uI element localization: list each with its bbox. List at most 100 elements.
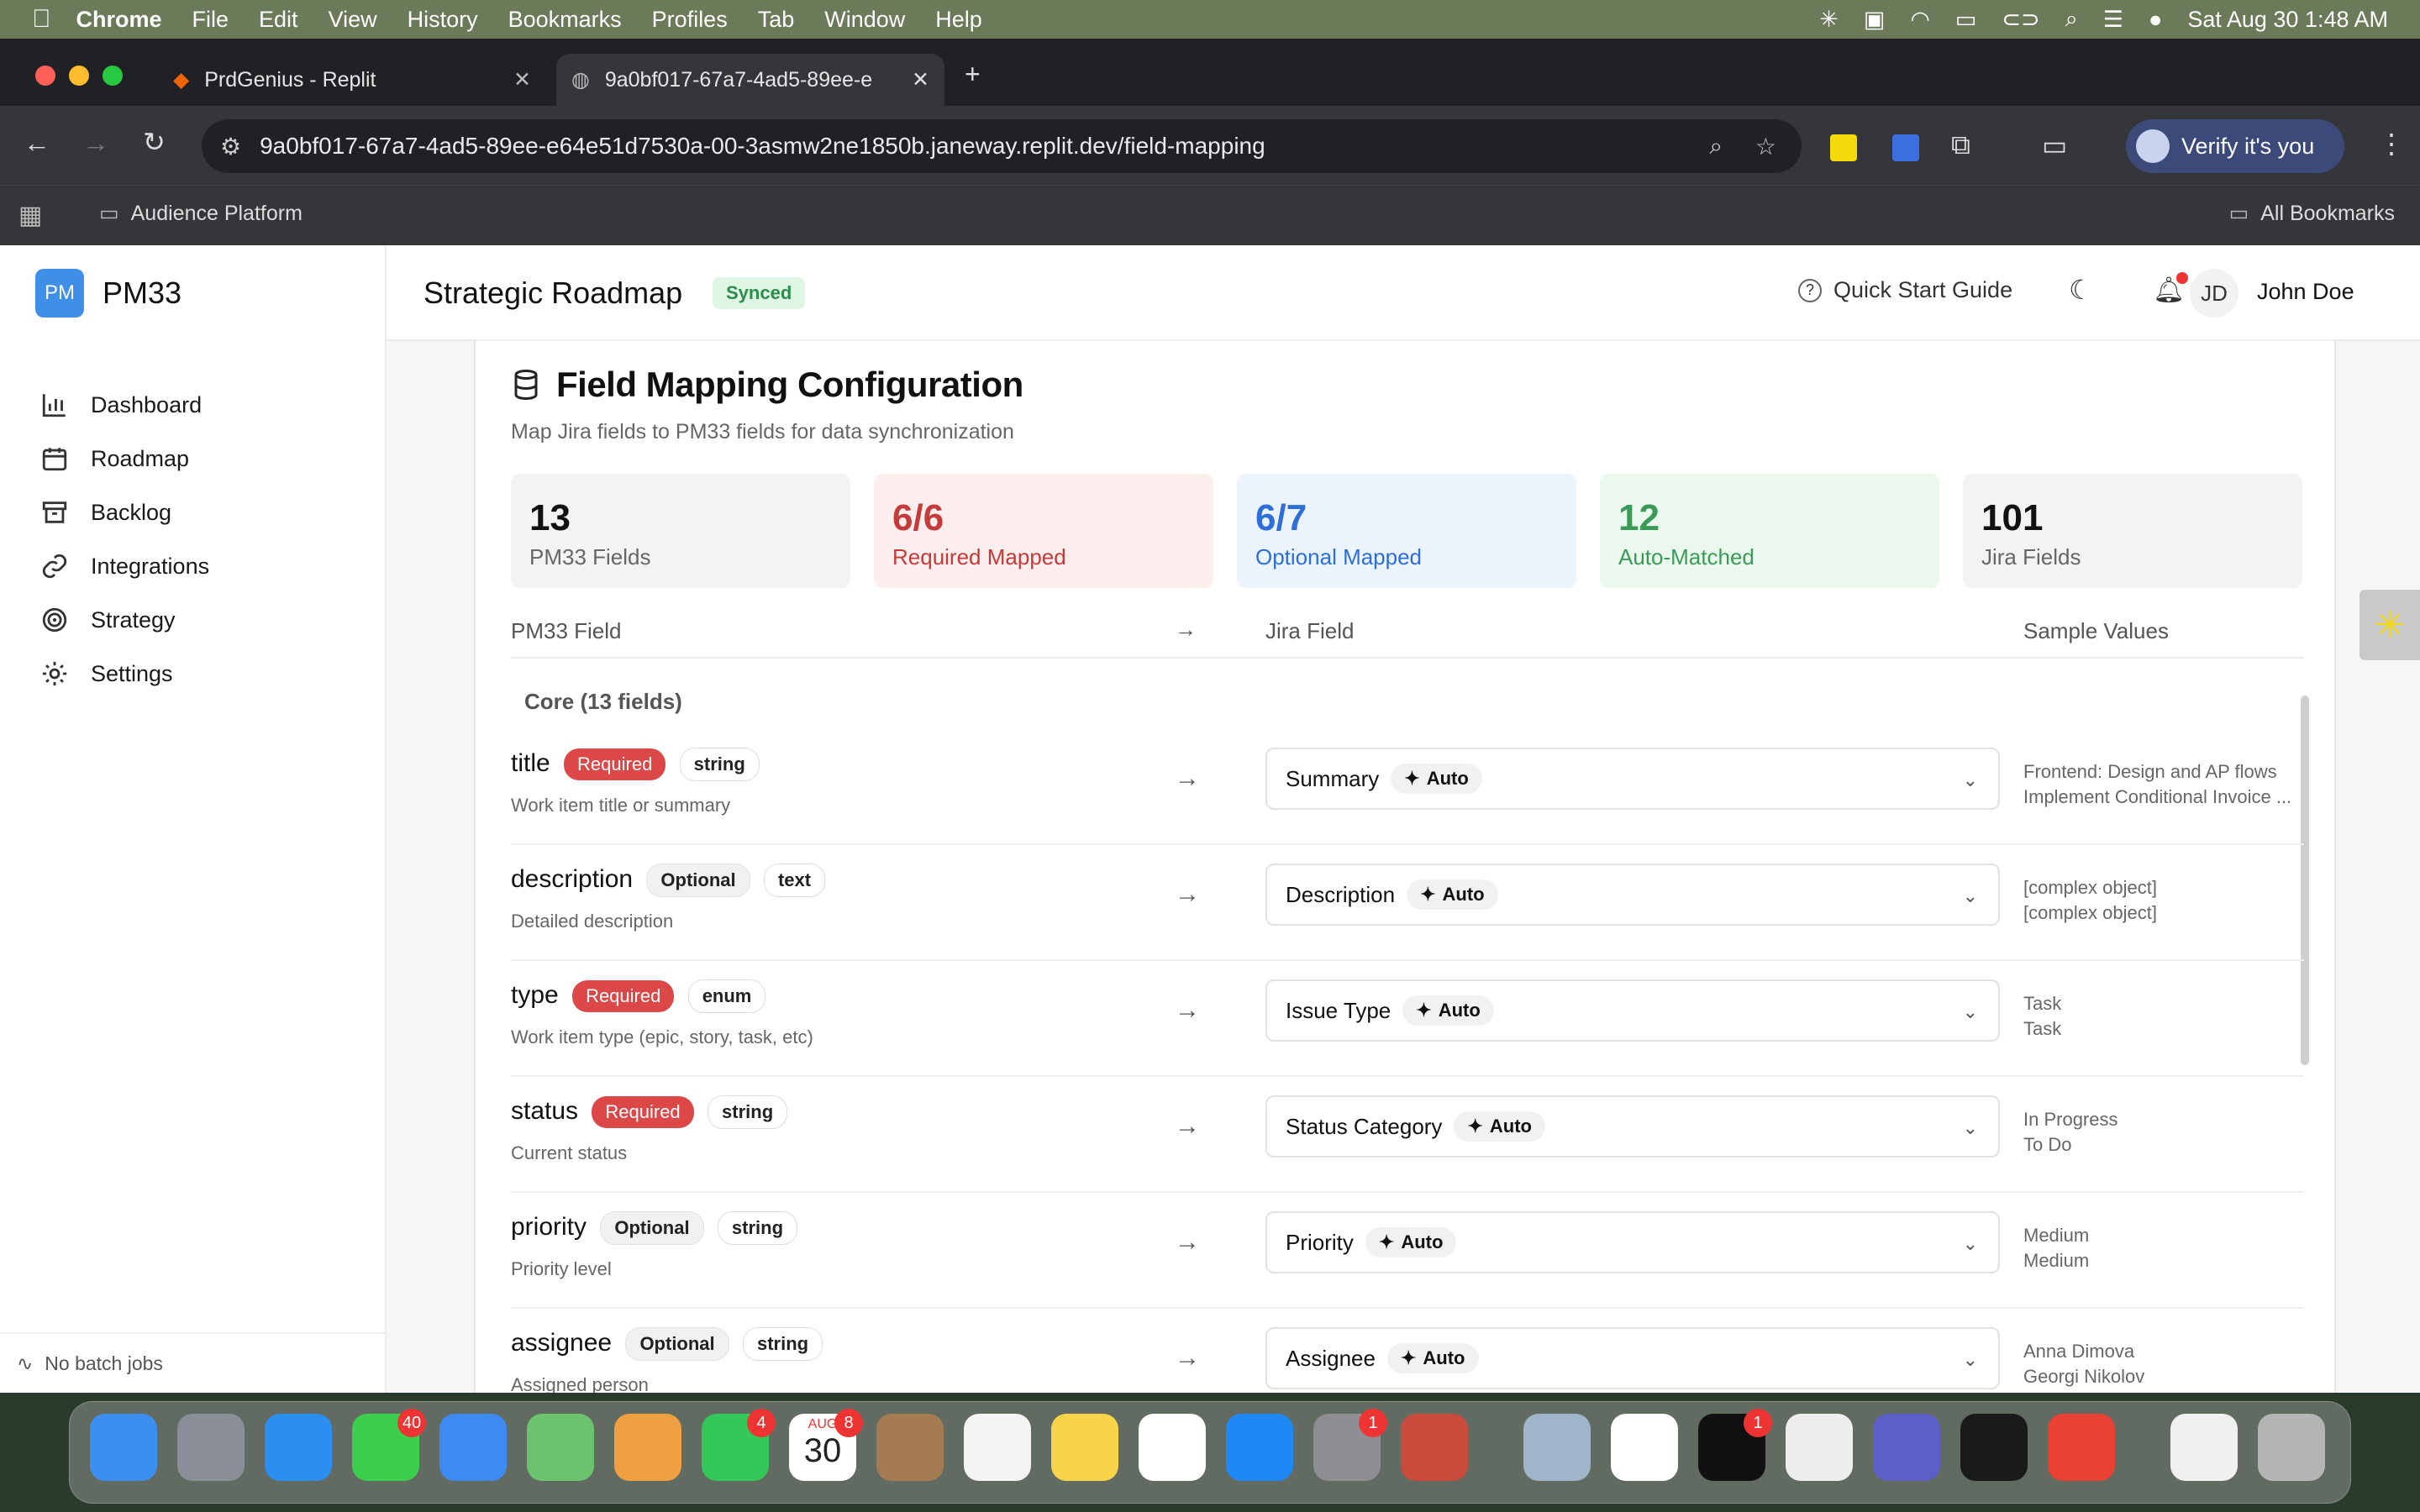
photos-icon[interactable] [614, 1414, 681, 1481]
verify-identity-button[interactable]: Verify it's you [2126, 119, 2344, 173]
browser-window-chrome: ◆ PrdGenius - Replit ✕ ◍ 9a0bf017-67a7-4… [0, 39, 2420, 245]
notes-icon[interactable] [1051, 1414, 1118, 1481]
extension-asterisk-icon[interactable] [1830, 134, 1857, 161]
table-row: assignee Optional string Assigned person… [511, 1309, 2304, 1393]
jira-field-select[interactable]: Assignee ✦ Auto ⌄ [1265, 1327, 2000, 1389]
iphone-mirroring-icon[interactable] [1401, 1414, 1468, 1481]
quick-start-guide-button[interactable]: ? Quick Start Guide [1798, 277, 2012, 303]
close-window-button[interactable] [35, 66, 55, 86]
field-description: Work item title or summary [511, 795, 731, 816]
mail-icon[interactable] [439, 1414, 507, 1481]
battery-icon[interactable]: ▭ [1955, 7, 1977, 33]
bookmark-folder-audience-platform[interactable]: ▭ Audience Platform [99, 201, 302, 226]
batch-jobs-status[interactable]: ∿ No batch jobs [0, 1332, 385, 1393]
menu-view[interactable]: View [329, 7, 377, 33]
launchpad-icon[interactable] [177, 1414, 245, 1481]
siri-icon[interactable]: ● [2149, 7, 2162, 33]
preview-icon[interactable] [1523, 1414, 1591, 1481]
floating-assistant-tab-icon[interactable]: ✳ [2360, 590, 2420, 660]
jira-field-select[interactable]: Status Category ✦ Auto ⌄ [1265, 1095, 2000, 1158]
perplexity-icon[interactable]: ✳ [1819, 7, 1839, 33]
spotlight-search-icon[interactable]: ⌕ [2065, 6, 2078, 33]
chrome-icon[interactable] [2048, 1414, 2115, 1481]
menu-bookmarks[interactable]: Bookmarks [508, 7, 622, 33]
apps-grid-icon[interactable]: ▦ [18, 201, 42, 230]
finder-icon[interactable] [90, 1414, 157, 1481]
menu-tab[interactable]: Tab [758, 7, 795, 33]
clock-datetime[interactable]: Sat Aug 30 1:48 AM [2187, 7, 2388, 33]
site-info-icon[interactable]: ⚙ [220, 133, 241, 160]
back-icon[interactable]: ← [24, 128, 50, 159]
vpn-icon[interactable]: ◠ [1910, 7, 1930, 33]
reminders-icon[interactable] [964, 1414, 1031, 1481]
sidebar-item-settings[interactable]: Settings [40, 650, 173, 697]
type-badge: string [743, 1327, 823, 1361]
field-description: Priority level [511, 1258, 612, 1279]
browser-tab-replit[interactable]: ◆ PrdGenius - Replit ✕ [158, 54, 546, 106]
sidebar-item-roadmap[interactable]: Roadmap [40, 435, 189, 482]
maps-icon[interactable] [527, 1414, 594, 1481]
sparkles-icon: ✦ [1400, 1347, 1417, 1368]
jira-field-select[interactable]: Issue Type ✦ Auto ⌄ [1265, 979, 2000, 1042]
calendar-icon[interactable]: AUG 30 8 [789, 1409, 863, 1481]
teams-icon[interactable] [1873, 1414, 1940, 1481]
extensions-puzzle-icon[interactable]: ⧉ [1951, 129, 1970, 161]
extension-square-icon[interactable] [1892, 134, 1919, 161]
browser-menu-icon[interactable]: ⋮ [2378, 128, 2405, 160]
forward-icon[interactable]: → [82, 128, 109, 159]
user-menu[interactable]: JD John Doe [2055, 245, 2408, 341]
facetime-icon[interactable]: 4 [702, 1409, 776, 1481]
jira-field-select[interactable]: Priority ✦ Auto ⌄ [1265, 1211, 2000, 1273]
menu-history[interactable]: History [408, 7, 478, 33]
new-tab-icon[interactable]: + [965, 59, 981, 90]
perplexity-app-icon[interactable] [1960, 1414, 2028, 1481]
table-row: priority Optional string Priority level … [511, 1193, 2304, 1309]
document-icon[interactable] [2170, 1414, 2238, 1481]
menu-window[interactable]: Window [824, 7, 905, 33]
quick-start-label: Quick Start Guide [1833, 277, 2013, 302]
sample-value: Frontend: Design and AP flows [2023, 761, 2277, 782]
zoom-icon[interactable]: ⌕ [1709, 133, 1723, 160]
system-settings-icon[interactable]: 1 [1313, 1409, 1387, 1481]
address-bar[interactable]: ⚙ 9a0bf017-67a7-4ad5-89ee-e64e51d7530a-0… [202, 119, 1802, 173]
sidebar-item-backlog[interactable]: Backlog [40, 489, 171, 536]
jira-field-select[interactable]: Description ✦ Auto ⌄ [1265, 864, 2000, 926]
textedit-icon[interactable] [1786, 1414, 1853, 1481]
apple-icon[interactable]:  [32, 5, 51, 34]
sidebar-item-integrations[interactable]: Integrations [40, 543, 209, 590]
freeform-icon[interactable] [1139, 1414, 1206, 1481]
battery-status-icon[interactable]: ▣ [1864, 7, 1886, 33]
menu-help[interactable]: Help [935, 7, 982, 33]
link-icon[interactable]: ⊂⊃ [2002, 7, 2039, 33]
menu-edit[interactable]: Edit [259, 7, 298, 33]
trash-icon[interactable] [2258, 1414, 2325, 1481]
sample-value: Medium [2023, 1225, 2090, 1246]
minimize-window-button[interactable] [69, 66, 89, 86]
terminal-icon[interactable]: 1 [1698, 1409, 1772, 1481]
app-logo[interactable]: PM PM33 [35, 269, 182, 318]
contacts-icon[interactable] [876, 1414, 944, 1481]
nordvpn-icon[interactable] [1611, 1414, 1678, 1481]
app-store-icon[interactable] [1226, 1414, 1293, 1481]
control-center-icon[interactable]: ☰ [2103, 7, 2123, 33]
menu-chrome[interactable]: Chrome [76, 7, 162, 33]
sidebar-item-label: Integrations [91, 553, 210, 579]
all-bookmarks-folder[interactable]: ▭ All Bookmarks [2229, 201, 2395, 226]
bookmark-star-icon[interactable]: ☆ [1755, 133, 1776, 160]
zoom-window-button[interactable] [103, 66, 123, 86]
sidebar-item-strategy[interactable]: Strategy [40, 596, 176, 643]
jira-field-select[interactable]: Summary ✦ Auto ⌄ [1265, 748, 2000, 810]
close-tab-icon[interactable]: ✕ [513, 67, 531, 92]
browser-tab-field-mapping[interactable]: ◍ 9a0bf017-67a7-4ad5-89ee-e ✕ [556, 54, 944, 106]
menu-file[interactable]: File [192, 7, 229, 33]
sample-value: [complex object] [2023, 877, 2157, 898]
url-text[interactable]: 9a0bf017-67a7-4ad5-89ee-e64e51d7530a-00-… [260, 133, 1265, 160]
sidebar-item-dashboard[interactable]: Dashboard [40, 381, 202, 428]
column-header-pm33-field: PM33 Field [511, 618, 622, 643]
safari-icon[interactable] [265, 1414, 332, 1481]
reload-icon[interactable]: ↻ [143, 126, 166, 158]
menu-profiles[interactable]: Profiles [652, 7, 728, 33]
close-tab-icon[interactable]: ✕ [912, 67, 929, 92]
tab-search-icon[interactable]: ▭ [2042, 129, 2067, 161]
messages-icon[interactable]: 40 [352, 1409, 426, 1481]
